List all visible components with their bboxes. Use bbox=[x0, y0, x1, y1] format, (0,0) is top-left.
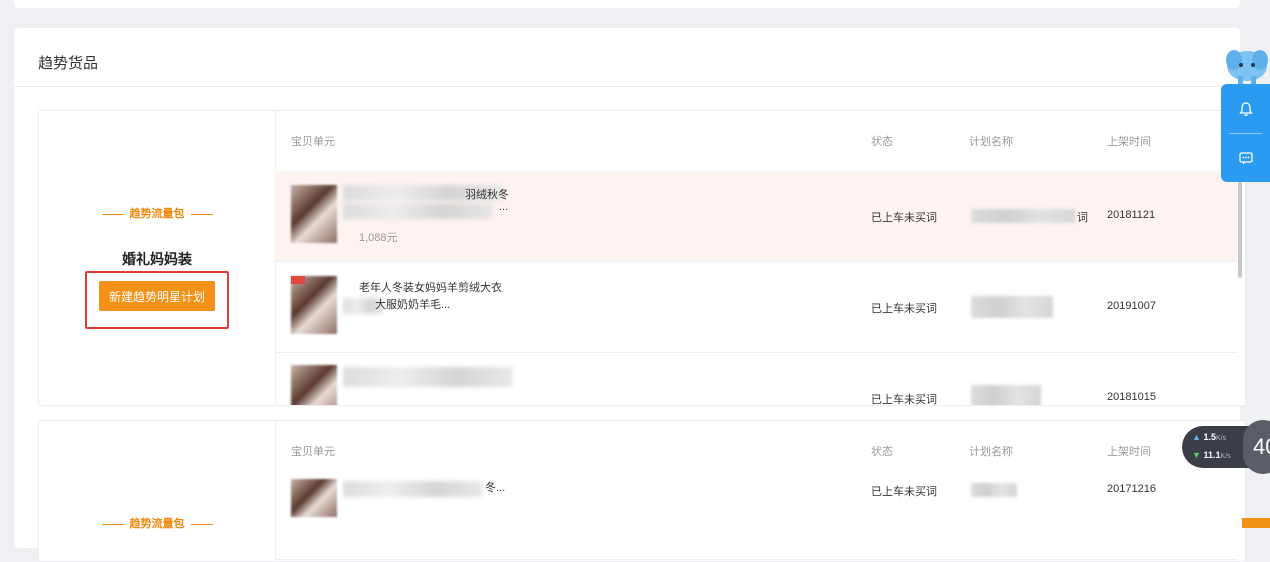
table-row[interactable]: 羽绒秋冬 ... 1,088元 已上车未买词 词 20181121 bbox=[275, 171, 1237, 262]
plan-name[interactable]: 词 bbox=[1077, 209, 1088, 225]
table-row[interactable]: 已上车未买词 20181015 bbox=[275, 353, 1237, 406]
plan-name[interactable] bbox=[971, 296, 1053, 318]
item-status: 已上车未买词 bbox=[871, 486, 937, 498]
package-info-panel: 趋势流量包 婚礼妈妈装 新建趋势明星计划 bbox=[39, 111, 276, 405]
header-status: 状态 bbox=[871, 446, 893, 458]
item-thumbnail[interactable] bbox=[291, 185, 337, 243]
chat-button[interactable] bbox=[1221, 133, 1270, 182]
table-header: 宝贝单元 状态 计划名称 上架时间 bbox=[275, 111, 1237, 171]
bell-icon bbox=[1238, 101, 1253, 116]
item-title-more: ... bbox=[499, 201, 509, 213]
item-thumbnail[interactable] bbox=[291, 276, 337, 334]
new-trend-plan-button[interactable]: 新建趋势明星计划 bbox=[99, 281, 215, 311]
package-label: 趋势流量包 bbox=[39, 205, 275, 221]
package-name: 婚礼妈妈装 bbox=[122, 251, 192, 267]
header-item: 宝贝单元 bbox=[291, 446, 335, 458]
item-title[interactable]: 老年人冬装女妈妈羊剪绒大衣 bbox=[359, 279, 502, 295]
item-status: 已上车未买词 bbox=[871, 303, 937, 315]
item-title[interactable]: 羽绒秋冬 bbox=[465, 186, 509, 202]
section-title: 趋势货品 bbox=[38, 55, 99, 72]
header-item: 宝贝单元 bbox=[291, 136, 335, 148]
header-status: 状态 bbox=[871, 136, 893, 148]
item-price: 1,088元 bbox=[359, 232, 398, 244]
item-date: 20171216 bbox=[1107, 483, 1156, 495]
download-arrow-icon: ▼ bbox=[1192, 450, 1201, 460]
header-date: 上架时间 bbox=[1107, 446, 1151, 458]
header-plan: 计划名称 bbox=[969, 136, 1013, 148]
chat-icon bbox=[1238, 151, 1253, 164]
package-label: 趋势流量包 bbox=[39, 515, 275, 531]
header-date: 上架时间 bbox=[1107, 136, 1151, 148]
network-badge[interactable]: 40 bbox=[1243, 420, 1270, 474]
trend-package-card: 趋势流量包 宝贝单元 状态 计划名称 上架时间 冬... 已上车未买词 2017… bbox=[38, 420, 1246, 562]
plan-name[interactable] bbox=[971, 483, 1017, 497]
notification-button[interactable] bbox=[1221, 84, 1270, 133]
item-status: 已上车未买词 bbox=[871, 212, 937, 224]
items-table: 宝贝单元 状态 计划名称 上架时间 冬... 已上车未买词 20171216 bbox=[275, 421, 1245, 561]
item-title[interactable]: 冬... bbox=[485, 479, 505, 495]
item-thumbnail[interactable] bbox=[291, 365, 337, 405]
item-date: 20191007 bbox=[1107, 300, 1156, 312]
item-date: 20181015 bbox=[1107, 391, 1156, 403]
download-speed: ▼ 11.1K/s bbox=[1192, 450, 1231, 460]
trend-items-panel: 趋势货品 趋势流量包 婚礼妈妈装 新建趋势明星计划 宝贝单元 状态 计划名称 上… bbox=[14, 28, 1246, 562]
trend-package-card: 趋势流量包 婚礼妈妈装 新建趋势明星计划 宝贝单元 状态 计划名称 上架时间 羽… bbox=[38, 110, 1246, 406]
package-info-panel: 趋势流量包 bbox=[39, 421, 276, 561]
item-date: 20181121 bbox=[1107, 209, 1156, 221]
mascot-icon[interactable] bbox=[1224, 46, 1270, 86]
table-row[interactable]: 老年人冬装女妈妈羊剪绒大衣 大服奶奶羊毛... 已上车未买词 20191007 bbox=[275, 262, 1237, 353]
table-row[interactable]: 冬... 已上车未买词 20171216 bbox=[275, 469, 1237, 560]
upload-speed: ▲ 1.5K/s bbox=[1192, 432, 1227, 442]
floating-toolbar bbox=[1221, 84, 1270, 182]
top-card bbox=[14, 0, 1240, 8]
feedback-tab[interactable] bbox=[1242, 518, 1270, 528]
item-status: 已上车未买词 bbox=[871, 394, 937, 406]
item-title-more: 大服奶奶羊毛... bbox=[375, 299, 451, 311]
items-table: 宝贝单元 状态 计划名称 上架时间 羽绒秋冬 ... 1,088元 已上车未买词… bbox=[275, 111, 1245, 405]
item-thumbnail[interactable] bbox=[291, 479, 337, 517]
header-plan: 计划名称 bbox=[969, 446, 1013, 458]
plan-name[interactable] bbox=[971, 385, 1041, 405]
upload-arrow-icon: ▲ bbox=[1192, 432, 1201, 442]
section-divider bbox=[14, 86, 1240, 87]
